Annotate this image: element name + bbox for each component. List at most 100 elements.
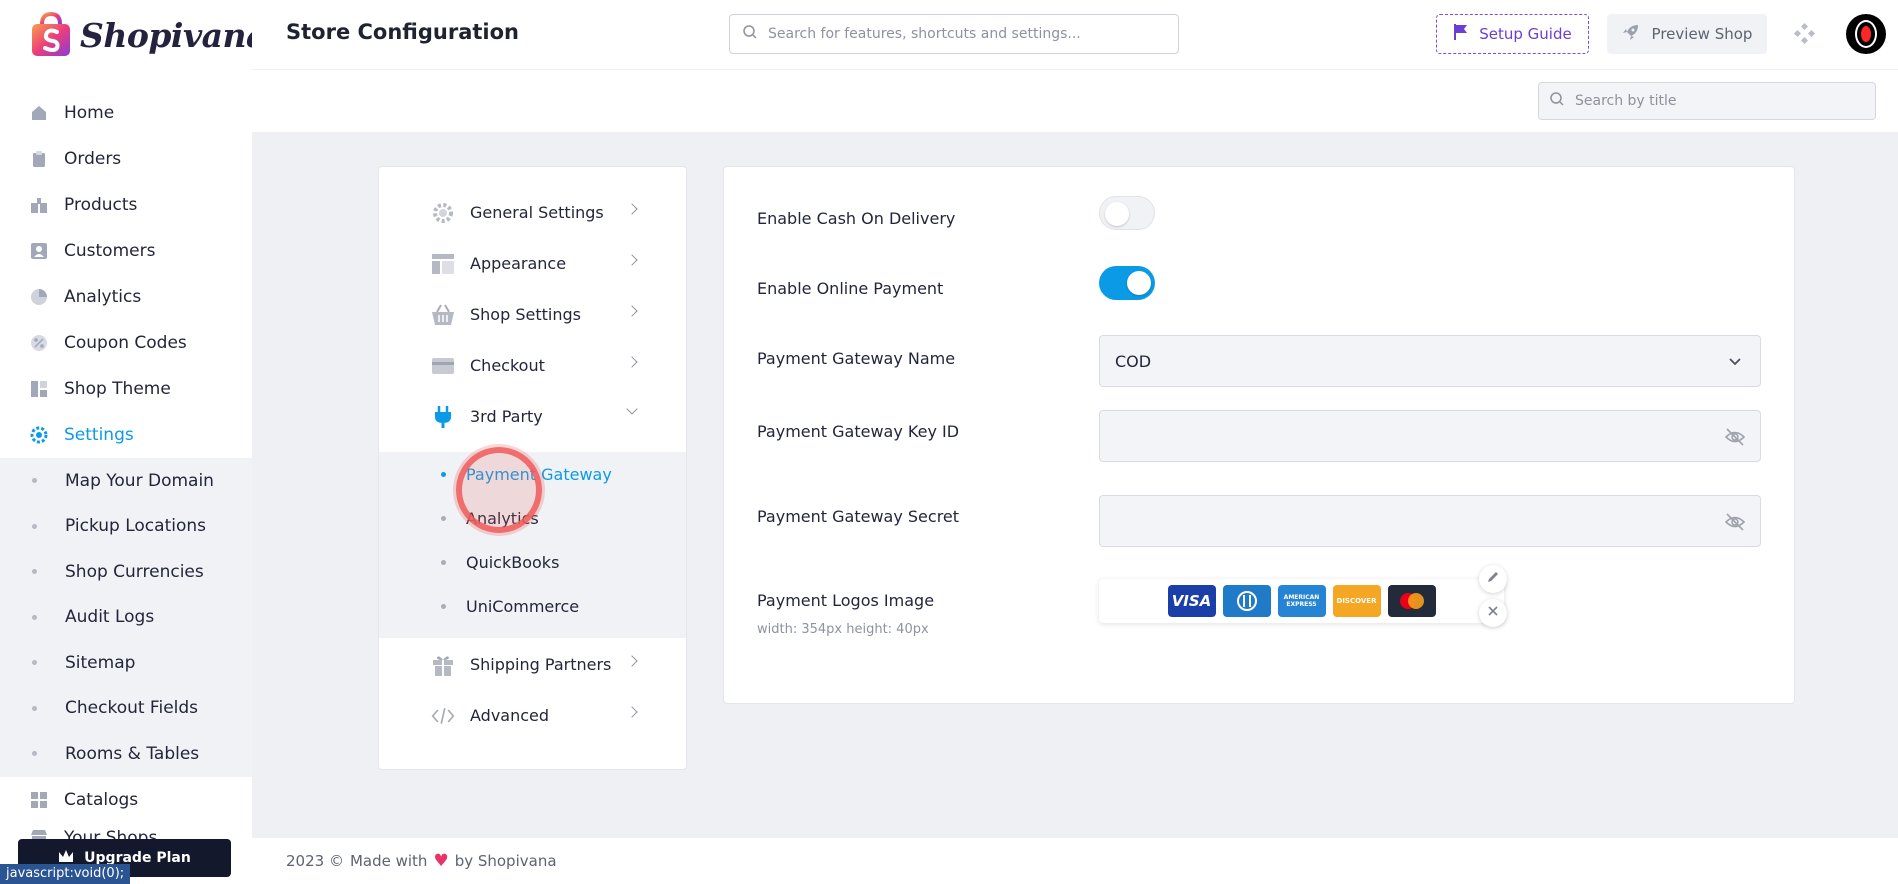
- menu-item-shop-settings[interactable]: Shop Settings: [379, 289, 686, 340]
- setup-guide-button[interactable]: Setup Guide: [1436, 14, 1589, 54]
- menu-item-advanced[interactable]: Advanced: [379, 690, 686, 741]
- chevron-right-icon: [626, 305, 638, 317]
- sub-header: [252, 70, 1898, 132]
- menu-item-3rd-party[interactable]: 3rd Party: [379, 391, 686, 442]
- sidebar-item-customers[interactable]: Customers: [0, 228, 252, 274]
- code-icon: [431, 704, 455, 728]
- bullet-dot: [441, 471, 446, 477]
- sidebar-item-label: Products: [64, 195, 138, 215]
- sidebar-subitem-audit-logs[interactable]: Audit Logs: [0, 595, 252, 641]
- bullet-dot: [32, 751, 37, 757]
- sidebar-item-shop-theme[interactable]: Shop Theme: [0, 366, 252, 412]
- layout-icon: [30, 380, 48, 398]
- payment-logos-preview: VISA AMERICAN EXPRESS DISCOVER: [1099, 579, 1504, 623]
- remove-logo-button[interactable]: [1479, 599, 1507, 627]
- submenu-item-analytics[interactable]: Analytics: [379, 496, 686, 540]
- sidebar-subitem-shop-currencies[interactable]: Shop Currencies: [0, 549, 252, 595]
- submenu-item-label: Analytics: [466, 508, 539, 528]
- sidebar-item-settings[interactable]: Settings: [0, 412, 252, 458]
- avatar-mark: [1855, 20, 1877, 48]
- footer: 2023 © Made with ♥ by Shopivana: [252, 838, 1898, 884]
- chevron-right-icon: [626, 203, 638, 215]
- shopping-bag-logo-icon: [28, 10, 74, 60]
- discover-logo: DISCOVER: [1332, 585, 1381, 617]
- cod-label: Enable Cash On Delivery: [757, 209, 956, 228]
- key-id-field[interactable]: [1099, 410, 1761, 462]
- bullet-dot: [441, 515, 446, 521]
- menu-item-appearance[interactable]: Appearance: [379, 238, 686, 289]
- submenu-item-unicommerce[interactable]: UniCommerce: [379, 584, 686, 628]
- eye-slash-icon[interactable]: [1724, 511, 1746, 533]
- sidebar: Shopivana Home Orders Products Customers…: [0, 0, 267, 884]
- menu-item-label: Advanced: [470, 706, 550, 725]
- edit-logo-button[interactable]: [1479, 565, 1507, 593]
- browser-status-bar: javascript:void(0);: [0, 864, 131, 884]
- chevron-right-icon: [626, 655, 638, 667]
- credit-card-icon: [431, 354, 455, 378]
- title-search[interactable]: [1538, 82, 1876, 120]
- diners-club-logo: [1222, 585, 1271, 617]
- sidebar-item-orders[interactable]: Orders: [0, 136, 252, 182]
- mastercard-logo: [1387, 585, 1436, 617]
- menu-item-shipping-partners[interactable]: Shipping Partners: [379, 639, 686, 690]
- avatar[interactable]: [1846, 14, 1886, 54]
- sidebar-subitem-label: Map Your Domain: [65, 470, 214, 491]
- global-search-input[interactable]: [768, 26, 1178, 42]
- preview-shop-label: Preview Shop: [1651, 25, 1753, 43]
- menu-item-label: 3rd Party: [470, 407, 543, 426]
- sidebar-subitem-label: Shop Currencies: [65, 561, 204, 582]
- settings-menu: General Settings Appearance Shop Setting…: [378, 166, 687, 770]
- submenu-item-label: QuickBooks: [466, 552, 560, 572]
- toggle-knob: [1105, 202, 1129, 226]
- submenu-item-quickbooks[interactable]: QuickBooks: [379, 540, 686, 584]
- visa-logo: VISA: [1167, 585, 1216, 617]
- bullet-dot: [32, 523, 37, 529]
- sidebar-subitem-pickup-locations[interactable]: Pickup Locations: [0, 504, 252, 550]
- global-search[interactable]: [729, 14, 1179, 54]
- sidebar-subitem-sitemap[interactable]: Sitemap: [0, 640, 252, 686]
- menu-item-general-settings[interactable]: General Settings: [379, 187, 686, 238]
- menu-item-label: Shop Settings: [470, 305, 581, 324]
- gateway-name-value: COD: [1115, 351, 1152, 371]
- sidebar-subitem-rooms-tables[interactable]: Rooms & Tables: [0, 731, 252, 777]
- cod-toggle[interactable]: [1099, 196, 1155, 230]
- menu-item-checkout[interactable]: Checkout: [379, 340, 686, 391]
- logos-hint: width: 354px height: 40px: [757, 622, 929, 637]
- brand-logo[interactable]: Shopivana: [28, 8, 267, 62]
- user-card-icon: [30, 242, 48, 260]
- sidebar-subitem-checkout-fields[interactable]: Checkout Fields: [0, 686, 252, 732]
- gateway-name-select[interactable]: COD: [1099, 335, 1761, 387]
- sidebar-item-coupon-codes[interactable]: Coupon Codes: [0, 320, 252, 366]
- apps-grid-icon[interactable]: [1792, 22, 1816, 46]
- secret-field[interactable]: [1099, 495, 1761, 547]
- sidebar-item-label: Coupon Codes: [64, 333, 187, 353]
- sidebar-subitem-map-your-domain[interactable]: Map Your Domain: [0, 458, 252, 504]
- discover-text: DISCOVER: [1336, 597, 1377, 605]
- brand-name: Shopivana: [80, 15, 267, 55]
- pencil-icon: [1486, 570, 1500, 588]
- top-header: Store Configuration Setup Guide Preview …: [252, 0, 1898, 70]
- sidebar-subitem-label: Rooms & Tables: [65, 743, 200, 764]
- settings-subnav: Map Your Domain Pickup Locations Shop Cu…: [0, 458, 252, 777]
- chevron-right-icon: [626, 706, 638, 718]
- sidebar-item-home[interactable]: Home: [0, 90, 252, 136]
- online-payment-toggle[interactable]: [1099, 266, 1155, 300]
- title-search-input[interactable]: [1575, 93, 1875, 109]
- box-icon: [30, 196, 48, 214]
- submenu-item-payment-gateway[interactable]: Payment Gateway: [379, 452, 686, 496]
- gear-icon: [30, 426, 48, 444]
- preview-shop-button[interactable]: Preview Shop: [1607, 14, 1767, 54]
- sidebar-item-label: Orders: [64, 149, 122, 169]
- sidebar-item-analytics[interactable]: Analytics: [0, 274, 252, 320]
- layout-icon: [431, 252, 455, 276]
- sidebar-item-label: Catalogs: [64, 789, 139, 810]
- eye-slash-icon[interactable]: [1724, 426, 1746, 448]
- sidebar-item-products[interactable]: Products: [0, 182, 252, 228]
- search-icon: [742, 24, 758, 44]
- payment-gateway-form: Enable Cash On Delivery Enable Online Pa…: [723, 166, 1795, 704]
- sidebar-item-catalogs[interactable]: Catalogs: [0, 777, 252, 823]
- bullet-dot: [32, 614, 37, 620]
- footer-by: by Shopivana: [454, 852, 557, 870]
- gear-icon: [431, 201, 455, 225]
- bullet-dot: [441, 603, 446, 609]
